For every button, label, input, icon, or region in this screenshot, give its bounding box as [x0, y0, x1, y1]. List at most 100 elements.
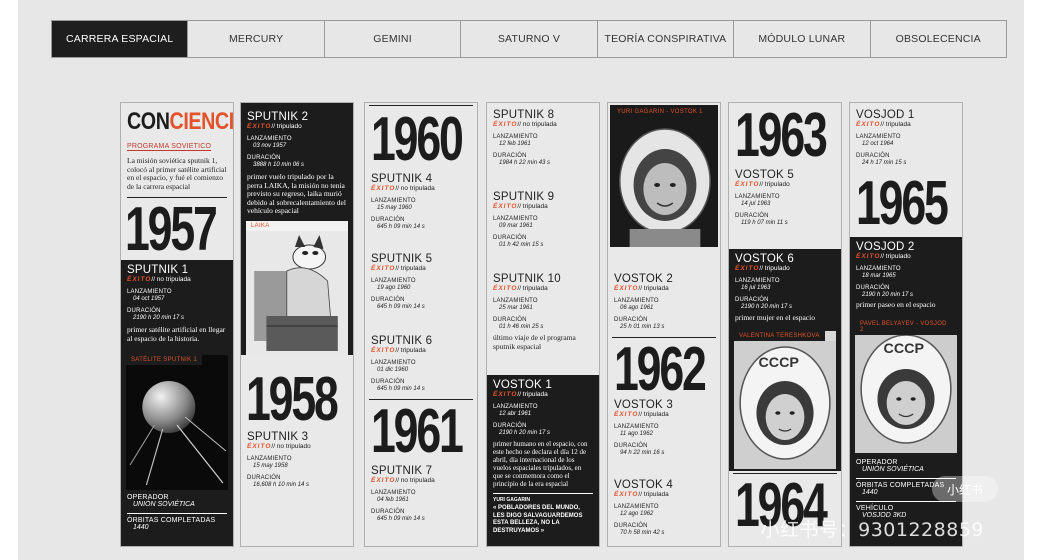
duration-value: 645 h 09 min 14 s: [377, 516, 425, 522]
logo-text-con: CON: [127, 108, 170, 135]
mission-status: ÉXITO// tripulado: [735, 265, 790, 272]
launch-date: 15 may 1960: [377, 205, 412, 211]
timeline-column-1963: 1963 VOSTOK 5 ÉXITO// tripulado LANZAMIE…: [728, 102, 842, 547]
launch-date: 09 mar 1961: [499, 223, 533, 229]
mission-status: ÉXITO// tripulada: [614, 491, 669, 498]
sputnik-8-card: SPUTNIK 8 ÉXITO// no tripulada LANZAMIEN…: [487, 105, 599, 171]
launch-label: LANZAMIENTO: [493, 298, 538, 304]
operator-label: OPERADOR: [856, 459, 898, 466]
duration-label: DURACIÓN: [493, 317, 527, 323]
launch-date: 11 ago 1962: [620, 431, 653, 437]
mission-name: VOSJOD 1: [856, 109, 915, 121]
vostok-5-card: VOSTOK 5 ÉXITO// tripulado LANZAMIENTO 1…: [729, 165, 841, 231]
mission-name: VOSTOK 3: [614, 399, 673, 411]
timeline-column-1960: 1960 SPUTNIK 4 ÉXITO// no tripulada LANZ…: [364, 102, 478, 547]
sputnik-3-card: SPUTNIK 3 ÉXITO// no tripulado LANZAMIEN…: [241, 427, 353, 493]
launch-label: LANZAMIENTO: [493, 404, 538, 410]
duration-value: 25 h 01 min 13 s: [620, 324, 665, 330]
nav-tab-obsolecencia[interactable]: OBSOLECENCIA: [871, 21, 1006, 57]
photo-caption: YURI GAGARIN - VOSTOK 1: [617, 109, 703, 115]
launch-label: LANZAMIENTO: [856, 134, 901, 140]
year-label: 1960: [371, 105, 464, 174]
operator-value: UNIÓN SOVIÉTICA: [133, 501, 195, 508]
duration-label: DURACIÓN: [493, 423, 527, 429]
duration-value: 119 h 07 min 11 s: [741, 220, 788, 226]
launch-date: 03 nov 1957: [253, 143, 287, 149]
duration-value: 2190 h 20 min 17 s: [133, 315, 185, 321]
sputnik-7-card: SPUTNIK 7 ÉXITO// no tripulada LANZAMIEN…: [365, 461, 477, 527]
nav-tab-saturno-v[interactable]: SATURNO V: [461, 21, 598, 57]
launch-date: 25 mar 1961: [499, 305, 533, 311]
duration-label: DURACIÓN: [247, 155, 281, 161]
launch-date: 12 abr 1961: [499, 411, 532, 417]
year-1960: 1960: [371, 105, 477, 174]
nav-tab-carrera-espacial[interactable]: CARRERA ESPACIAL: [52, 21, 189, 57]
photo-caption: SATÉLITE SPUTNIK 1: [126, 355, 202, 365]
launch-label: LANZAMIENTO: [614, 424, 659, 430]
launch-label: LANZAMIENTO: [493, 216, 538, 222]
year-1957: 1957: [125, 199, 233, 261]
sputnik-10-card: SPUTNIK 10 ÉXITO// tripulada LANZAMIENTO…: [487, 269, 599, 355]
sputnik-3-section: 1958 SPUTNIK 3 ÉXITO// no tripulado LANZ…: [241, 355, 353, 546]
mission-status: ÉXITO// no tripulada: [371, 185, 435, 192]
nav-tab-mercury[interactable]: MERCURY: [188, 21, 325, 57]
mission-status: ÉXITO// tripulada: [614, 285, 669, 292]
mission-status: ÉXITO// tripulada: [371, 265, 426, 272]
sputnik-satellite-image: SATÉLITE SPUTNIK 1: [126, 355, 228, 490]
duration-label: DURACIÓN: [856, 153, 890, 159]
duration-label: DURACIÓN: [371, 379, 405, 385]
duration-value: 2190 h 20 min 17 s: [741, 304, 793, 310]
conciencia-logo: CONCIENCIA: [127, 108, 233, 135]
yuri-gagarin-image: YURI GAGARIN - VOSTOK 1: [610, 105, 718, 247]
top-navigation: CARRERA ESPACIAL MERCURY GEMINI SATURNO …: [51, 20, 1007, 58]
year-label: 1963: [735, 102, 828, 170]
page-canvas: CARRERA ESPACIAL MERCURY GEMINI SATURNO …: [18, 0, 1024, 560]
launch-date: 06 ago 1961: [620, 305, 654, 311]
nav-tab-modulo-lunar[interactable]: MÓDULO LUNAR: [734, 21, 871, 57]
year-label: 1958: [246, 365, 339, 434]
duration-label: DURACIÓN: [371, 297, 405, 303]
year-1965: 1965: [856, 173, 962, 235]
launch-date: 12 oct 1964: [862, 141, 894, 147]
year-1962: 1962: [614, 339, 720, 401]
launch-label: LANZAMIENTO: [735, 194, 780, 200]
photo-caption: PAVEL BELYAYEV - VOSJOD 2: [855, 319, 957, 335]
duration-value: 16,608 h 10 min 14 s: [253, 482, 310, 488]
duration-label: DURACIÓN: [735, 297, 769, 303]
duration-label: DURACIÓN: [493, 153, 527, 159]
valentina-tereshkova-image: VALENTINA TERESHKOVA CCCP: [734, 331, 836, 469]
mission-name: VOSTOK 4: [614, 479, 673, 491]
duration-value: 24 h 17 min 15 s: [862, 160, 907, 166]
mission-name: SPUTNIK 4: [371, 173, 433, 185]
logo-text-ciencia: CIENCIA: [169, 108, 234, 135]
duration-value: 3888 h 10 min 06 s: [253, 162, 305, 168]
launch-date: 16 jul 1963: [741, 285, 771, 291]
subtitle: PROGRAMA SOVIETICO: [127, 143, 212, 151]
mission-status: ÉXITO// no tripulada: [493, 121, 557, 128]
launch-label: LANZAMIENTO: [247, 136, 292, 142]
operator-block: OPERADOR UNIÓN SOVIÉTICA ÓRBITAS COMPLET…: [121, 490, 233, 546]
launch-label: LANZAMIENTO: [371, 360, 416, 366]
mission-status: ÉXITO// tripulada: [614, 411, 669, 418]
year-1963: 1963: [735, 102, 841, 170]
duration-value: 01 h 42 min 15 s: [499, 242, 544, 248]
launch-label: LANZAMIENTO: [371, 198, 416, 204]
vehicle-label: VEHÍCULO: [856, 501, 956, 512]
intro-text: La misión soviética sputnik 1, colocó al…: [127, 156, 227, 191]
vostok-1-card: VOSTOK 1 ÉXITO// tripulada LANZAMIENTO 1…: [487, 375, 599, 546]
mission-name: VOSTOK 2: [614, 273, 673, 285]
nav-tab-gemini[interactable]: GEMINI: [325, 21, 462, 57]
mission-note: último viaje de el programa sputnik espa…: [493, 333, 576, 351]
duration-label: DURACIÓN: [371, 217, 405, 223]
mission-name: SPUTNIK 3: [247, 431, 309, 443]
year-1961: 1961: [371, 401, 477, 463]
mission-name: SPUTNIK 5: [371, 253, 433, 265]
mission-note: primer humano en el espacio, con este he…: [493, 440, 588, 488]
nav-tab-teoria-conspirativa[interactable]: TEORÍA CONSPIRATIVA: [598, 21, 735, 57]
launch-date: 04 oct 1957: [133, 296, 165, 302]
duration-value: 01 h 46 min 25 s: [499, 324, 544, 330]
duration-label: DURACIÓN: [614, 317, 648, 323]
duration-value: 645 h 09 min 14 s: [377, 386, 425, 392]
helmet-text: CCCP: [758, 354, 798, 370]
quote-text: « POBLADORES DEL MUNDO, LES DIGO SALVAGU…: [493, 505, 583, 534]
